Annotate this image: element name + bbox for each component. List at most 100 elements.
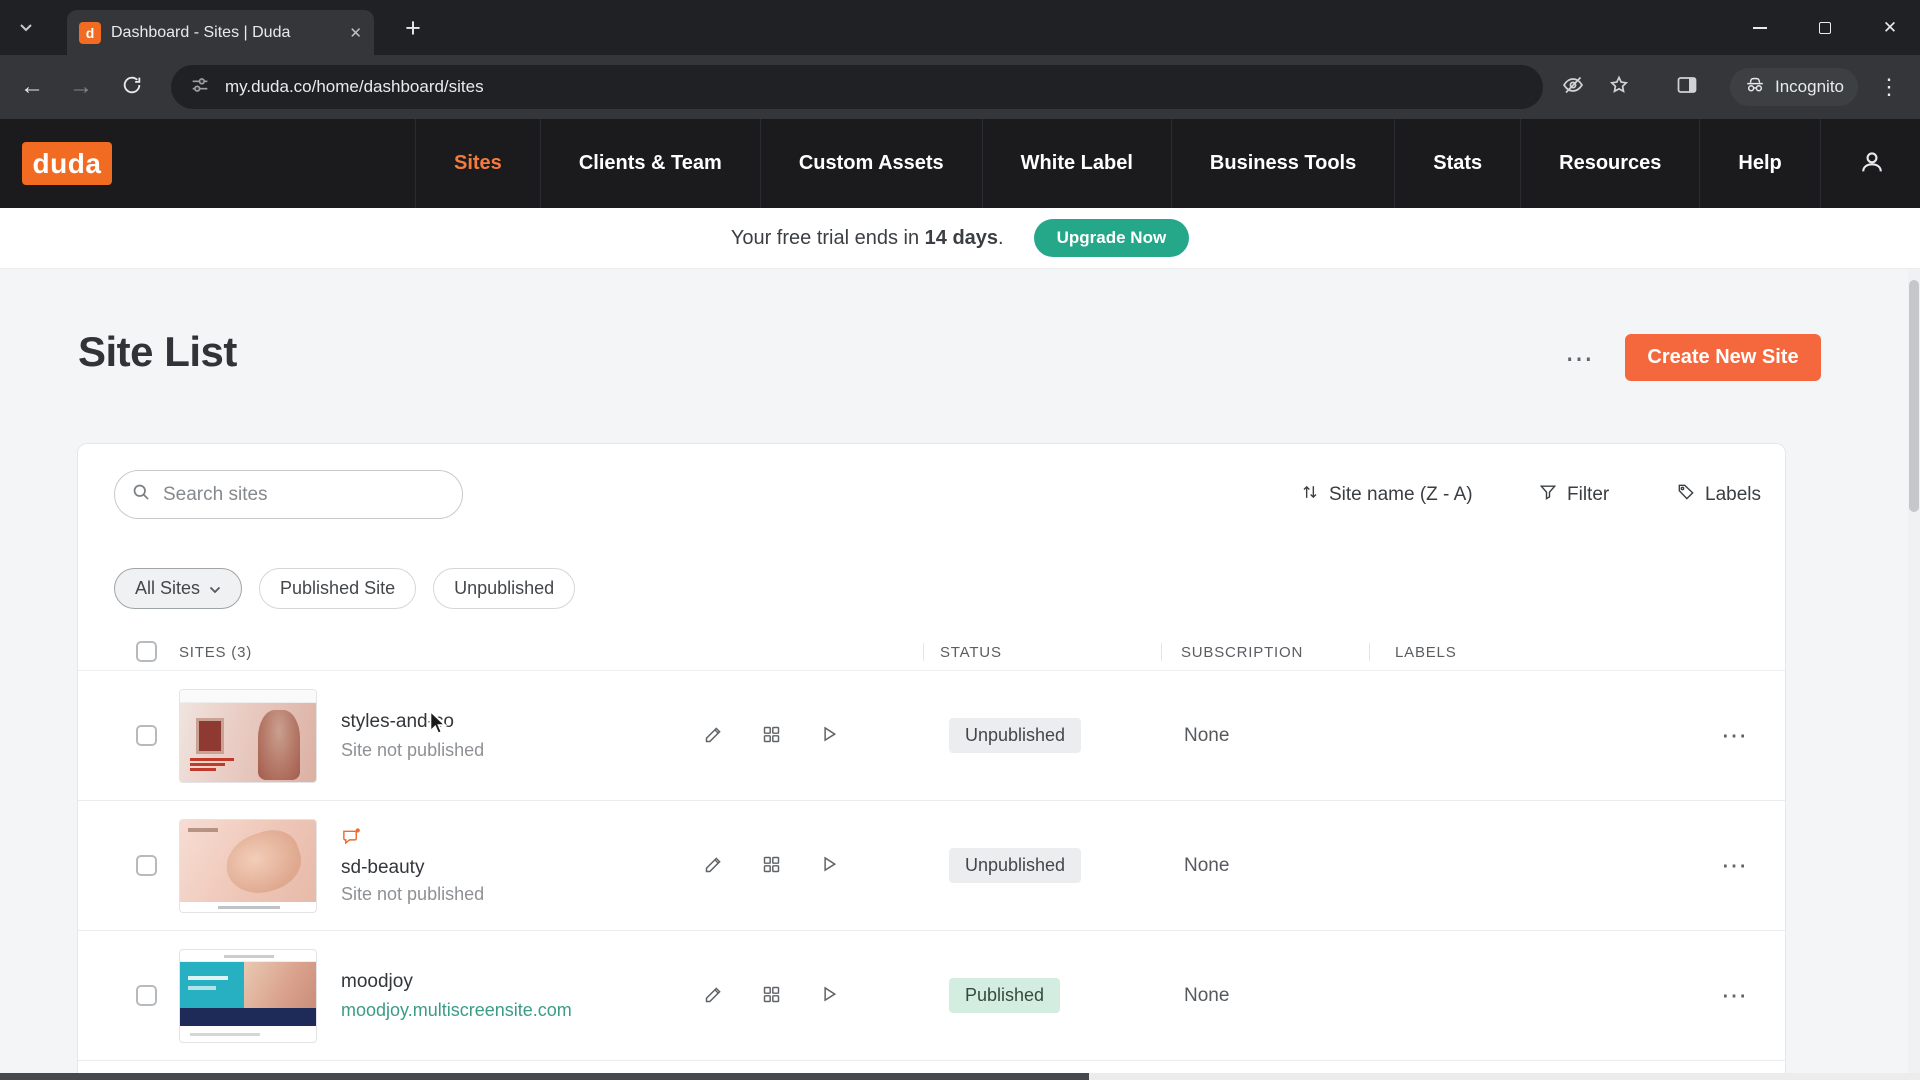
duda-favicon-icon: d: [79, 22, 101, 44]
duda-logo[interactable]: duda: [22, 142, 112, 185]
nav-item-help[interactable]: Help: [1699, 119, 1820, 208]
horizontal-scrollbar-thumb[interactable]: [0, 1073, 1089, 1080]
kebab-icon: ⋮: [1878, 74, 1900, 100]
password-hidden-button[interactable]: [1553, 67, 1593, 107]
thumbnail-art: [219, 823, 308, 902]
thumbnail-art: [190, 1033, 260, 1036]
row-more-button[interactable]: ⋯: [1711, 801, 1757, 930]
forward-arrow-icon: →: [69, 73, 93, 101]
chip-all-sites[interactable]: All Sites: [114, 568, 242, 609]
nav-item-business-tools[interactable]: Business Tools: [1171, 119, 1394, 208]
window-minimize-button[interactable]: [1729, 0, 1791, 55]
search-input[interactable]: [163, 484, 446, 506]
pencil-icon: [703, 984, 724, 1008]
thumbnail-art: [188, 986, 216, 990]
labels-control[interactable]: Labels: [1676, 470, 1761, 519]
app-header: duda Sites Clients & Team Custom Assets …: [0, 119, 1920, 208]
select-all-checkbox[interactable]: [136, 641, 157, 662]
back-button[interactable]: ←: [12, 67, 52, 107]
thumbnail-art: [180, 1008, 316, 1026]
status-cell: Published: [949, 931, 1060, 1060]
nav-item-white-label[interactable]: White Label: [982, 119, 1171, 208]
status-badge: Unpublished: [949, 718, 1081, 753]
vertical-scrollbar-thumb[interactable]: [1909, 280, 1919, 512]
edit-site-button[interactable]: [695, 718, 731, 754]
browser-tab-strip: d Dashboard - Sites | Duda ✕ + ✕: [0, 0, 1920, 55]
checkbox[interactable]: [136, 725, 157, 746]
thumbnail-art: [180, 690, 316, 703]
site-name[interactable]: sd-beauty: [341, 857, 484, 879]
site-info: sd-beauty Site not published: [341, 801, 484, 930]
forward-button[interactable]: →: [61, 67, 101, 107]
filter-label: Filter: [1567, 484, 1609, 506]
nav-item-stats[interactable]: Stats: [1394, 119, 1520, 208]
chip-published-site[interactable]: Published Site: [259, 568, 416, 609]
trial-days: 14 days: [925, 227, 998, 249]
row-more-button[interactable]: ⋯: [1711, 931, 1757, 1060]
browser-tab[interactable]: d Dashboard - Sites | Duda ✕: [67, 10, 374, 55]
nav-item-sites[interactable]: Sites: [415, 119, 540, 208]
address-bar[interactable]: my.duda.co/home/dashboard/sites: [171, 65, 1543, 109]
nav-item-clients-team[interactable]: Clients & Team: [540, 119, 760, 208]
reload-button[interactable]: [112, 67, 152, 107]
back-arrow-icon: ←: [20, 73, 44, 101]
account-button[interactable]: [1854, 146, 1890, 182]
row-actions: [695, 801, 847, 930]
preview-site-button[interactable]: [811, 978, 847, 1014]
pencil-icon: [703, 854, 724, 878]
site-name[interactable]: styles-and-co: [341, 711, 484, 733]
checkbox[interactable]: [136, 641, 157, 662]
trial-text: Your free trial ends in 14 days.: [731, 227, 1004, 250]
checkbox[interactable]: [136, 855, 157, 876]
row-actions: [695, 671, 847, 800]
window-maximize-button[interactable]: [1794, 0, 1856, 55]
site-name[interactable]: moodjoy: [341, 971, 572, 993]
sort-control[interactable]: Site name (Z - A): [1300, 470, 1473, 519]
thumbnail-art: [188, 976, 228, 980]
nav-item-custom-assets[interactable]: Custom Assets: [760, 119, 982, 208]
search-box[interactable]: [114, 470, 463, 519]
window-close-button[interactable]: ✕: [1859, 0, 1920, 55]
preview-site-button[interactable]: [811, 718, 847, 754]
create-new-site-button[interactable]: Create New Site: [1625, 334, 1821, 381]
grid-icon: [761, 984, 782, 1008]
row-checkbox[interactable]: [136, 725, 157, 746]
switch-template-button[interactable]: [753, 718, 789, 754]
tab-search-button[interactable]: [12, 14, 40, 42]
header-status: STATUS: [940, 644, 1002, 661]
thumbnail-art: [224, 955, 274, 958]
header-labels: LABELS: [1395, 644, 1457, 661]
preview-site-button[interactable]: [811, 848, 847, 884]
browser-menu-button[interactable]: ⋮: [1869, 67, 1909, 107]
switch-template-button[interactable]: [753, 978, 789, 1014]
site-domain-link[interactable]: moodjoy.multiscreensite.com: [341, 1000, 572, 1021]
edit-site-button[interactable]: [695, 978, 731, 1014]
switch-template-button[interactable]: [753, 848, 789, 884]
site-thumbnail[interactable]: [179, 689, 317, 783]
site-thumbnail[interactable]: [179, 949, 317, 1043]
chip-unpublished[interactable]: Unpublished: [433, 568, 575, 609]
row-more-button[interactable]: ⋯: [1711, 671, 1757, 800]
tab-close-icon[interactable]: ✕: [349, 24, 362, 42]
row-checkbox[interactable]: [136, 985, 157, 1006]
thumbnail-art: [190, 756, 234, 773]
nav-item-resources[interactable]: Resources: [1520, 119, 1699, 208]
filter-control[interactable]: Filter: [1538, 470, 1609, 519]
comments-indicator-icon[interactable]: [341, 827, 484, 852]
browser-window: d Dashboard - Sites | Duda ✕ + ✕ ← → my.…: [0, 0, 1920, 1080]
upgrade-now-button[interactable]: Upgrade Now: [1034, 219, 1190, 257]
browser-toolbar: ← → my.duda.co/home/dashboard/sites: [0, 55, 1920, 119]
page-more-button[interactable]: ⋯: [1556, 336, 1602, 380]
sort-icon: [1300, 482, 1320, 508]
new-tab-button[interactable]: +: [396, 11, 430, 45]
grid-icon: [761, 724, 782, 748]
side-panel-button[interactable]: [1667, 67, 1707, 107]
mouse-cursor: [428, 710, 452, 741]
site-thumbnail[interactable]: [179, 819, 317, 913]
bookmark-button[interactable]: [1599, 67, 1639, 107]
checkbox[interactable]: [136, 985, 157, 1006]
row-checkbox[interactable]: [136, 855, 157, 876]
url-text[interactable]: my.duda.co/home/dashboard/sites: [225, 77, 484, 97]
thumbnail-art: [188, 828, 218, 832]
edit-site-button[interactable]: [695, 848, 731, 884]
